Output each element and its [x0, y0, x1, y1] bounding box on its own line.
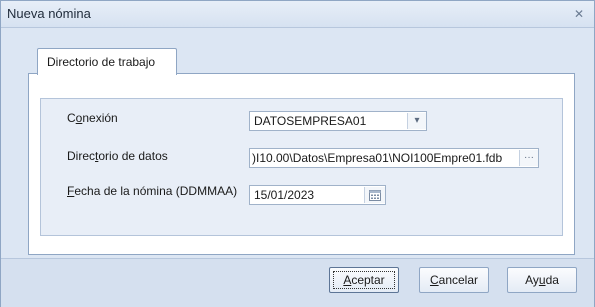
tab-label: Directorio de trabajo — [47, 55, 156, 69]
calendar-icon[interactable] — [364, 187, 385, 203]
fecha-label: Fecha de la nómina (DDMMAA) — [67, 184, 238, 198]
window-title: Nueva nómina — [7, 6, 91, 21]
fecha-input[interactable]: 15/01/2023 — [249, 185, 386, 205]
tab-directorio-trabajo[interactable]: Directorio de trabajo — [37, 48, 177, 75]
directorio-label: Directorio de datos — [67, 149, 168, 163]
directorio-field[interactable]: )I10.00\Datos\Empresa01\NOI100Empre01.fd… — [249, 148, 539, 168]
form-group: Conexión DATOSEMPRESA01 ▾ Directorio de … — [40, 98, 563, 236]
tab-strip: Conexión DATOSEMPRESA01 ▾ Directorio de … — [1, 28, 594, 258]
browse-ellipsis-icon[interactable]: ··· — [519, 150, 538, 166]
button-bar: Aceptar Cancelar Ayuda — [1, 258, 594, 307]
ayuda-button[interactable]: Ayuda — [507, 267, 577, 293]
cancelar-button[interactable]: Cancelar — [419, 267, 489, 293]
aceptar-button[interactable]: Aceptar — [329, 267, 399, 293]
close-icon[interactable]: ✕ — [572, 7, 586, 21]
fecha-value: 15/01/2023 — [254, 188, 315, 202]
tab-panel: Conexión DATOSEMPRESA01 ▾ Directorio de … — [28, 73, 575, 255]
conexion-select[interactable]: DATOSEMPRESA01 ▾ — [249, 111, 427, 131]
conexion-value: DATOSEMPRESA01 — [254, 114, 367, 128]
focus-rect — [333, 271, 395, 289]
conexion-label: Conexión — [67, 111, 118, 125]
title-bar: Nueva nómina ✕ — [1, 1, 594, 28]
directorio-value: )I10.00\Datos\Empresa01\NOI100Empre01.fd… — [252, 151, 503, 165]
dialog-window: Nueva nómina ✕ Conexión DATOSEMPRESA01 ▾… — [0, 0, 595, 307]
chevron-down-icon[interactable]: ▾ — [407, 113, 426, 129]
